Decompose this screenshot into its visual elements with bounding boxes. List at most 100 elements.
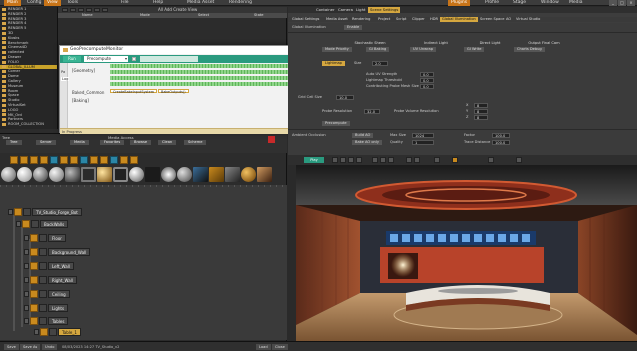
build-ao-button[interactable]: Build AO — [352, 133, 374, 138]
tab-clean[interactable]: Clean — [158, 140, 177, 145]
material-ball-icon[interactable] — [129, 167, 144, 182]
lightmap-button[interactable]: Lightmap — [322, 61, 345, 66]
precompute-button[interactable]: Precompute — [322, 121, 350, 126]
menu-tools[interactable]: Tools — [64, 0, 81, 6]
material-ball-icon[interactable] — [177, 167, 192, 182]
texture-thumb-icon[interactable] — [257, 167, 272, 182]
mode-select[interactable]: Precompute ▾ — [84, 56, 128, 62]
column-state[interactable]: State — [254, 13, 264, 18]
quality-input[interactable]: 1 — [412, 140, 434, 145]
viewport-tool-icon[interactable] — [332, 157, 338, 163]
viewport-tool-icon[interactable] — [414, 157, 420, 163]
view-tool-icon[interactable] — [70, 8, 76, 12]
menu-rendering[interactable]: Rendering — [226, 0, 255, 6]
graph-node[interactable]: Floor — [24, 233, 66, 243]
minimize-button[interactable]: _ — [609, 0, 617, 6]
menu-media[interactable]: Media — [566, 0, 586, 6]
gi-baking-button[interactable]: GI Baking — [366, 47, 390, 52]
viewport-play-button[interactable]: Play — [304, 157, 324, 163]
gi-enable-toggle[interactable]: Enable — [344, 25, 363, 30]
material-ball-icon[interactable] — [49, 167, 64, 182]
material-ball-icon[interactable] — [33, 167, 48, 182]
tab-browse[interactable]: Browse — [130, 140, 152, 145]
graph-node[interactable]: Right_Wall — [24, 275, 77, 285]
toolbar-checkbox[interactable] — [132, 57, 136, 61]
trace-distance-input[interactable]: 100.0 — [492, 140, 510, 145]
tab-clipper[interactable]: Clipper — [410, 17, 427, 22]
menu-media-asset[interactable]: Media Asset — [184, 0, 217, 6]
light-tool-icon[interactable] — [452, 157, 458, 163]
uv-unwrap-button[interactable]: UV Unwrap — [410, 47, 437, 52]
viewport-tool-icon[interactable] — [516, 157, 522, 163]
sphere-icon[interactable] — [65, 167, 80, 182]
texture-thumb-icon[interactable] — [225, 167, 240, 182]
viewport-tool-icon[interactable] — [356, 157, 362, 163]
z-input[interactable]: 8 — [474, 115, 488, 120]
close-scene-button[interactable]: Close — [272, 344, 288, 350]
column-select[interactable]: Select — [198, 13, 209, 18]
graph-node[interactable]: Tables — [24, 316, 69, 326]
save-button[interactable]: Save — [4, 344, 19, 350]
ring-icon[interactable] — [161, 167, 176, 182]
record-icon[interactable] — [268, 136, 275, 143]
menu-config[interactable]: Config — [24, 0, 44, 6]
tab-container[interactable]: Container — [314, 7, 337, 13]
max-size-select[interactable]: 1024 — [412, 133, 434, 138]
tab-hdr[interactable]: HDR — [428, 17, 440, 22]
menu-file[interactable]: File — [118, 0, 132, 6]
menu-stage[interactable]: Stage — [510, 0, 529, 6]
material-ball-icon[interactable] — [97, 167, 112, 182]
tab-scheme[interactable]: Scheme — [184, 140, 207, 145]
viewport-tool-icon[interactable] — [434, 157, 440, 163]
tab-server[interactable]: Server — [36, 140, 56, 145]
graph-node[interactable]: Lights — [24, 303, 69, 313]
material-ball-icon[interactable] — [17, 167, 32, 182]
column-mode[interactable]: Mode — [140, 13, 150, 18]
viewport-tool-icon[interactable] — [372, 157, 378, 163]
maximize-button[interactable]: □ — [618, 0, 626, 6]
tab-camera[interactable]: Camera — [336, 7, 355, 13]
tab-ao[interactable]: AO — [504, 17, 513, 22]
group-icon[interactable] — [20, 156, 28, 164]
cube-map-icon[interactable] — [81, 167, 96, 182]
tree-item[interactable]: ROOM_COLLECTION — [0, 122, 57, 127]
frame-icon[interactable] — [113, 167, 128, 182]
viewport-tool-icon[interactable] — [388, 157, 394, 163]
viewport-tool-icon[interactable] — [348, 157, 354, 163]
material-ball-icon[interactable] — [1, 167, 16, 182]
texture-thumb-icon[interactable] — [209, 167, 224, 182]
menu-profile[interactable]: Profile — [482, 0, 502, 6]
image-icon[interactable] — [120, 156, 128, 164]
tab-screen-space[interactable]: Screen Space — [478, 17, 506, 22]
charts-debug-button[interactable]: Charts Debug — [514, 47, 545, 52]
x-input[interactable]: 8 — [474, 103, 488, 108]
view-tool-icon[interactable] — [78, 8, 84, 12]
view-tool-icon[interactable] — [94, 8, 100, 12]
graph-node[interactable]: Ceiling — [24, 289, 70, 299]
transform-icon[interactable] — [10, 156, 18, 164]
threshold-input[interactable]: 0.0 — [420, 78, 434, 83]
view-tool-icon[interactable] — [86, 8, 92, 12]
viewport-tool-icon[interactable] — [380, 157, 386, 163]
mesh-icon[interactable] — [130, 156, 138, 164]
y-input[interactable]: 8 — [474, 109, 488, 114]
tab-favorites[interactable]: Favorites — [100, 140, 125, 145]
stage-chip[interactable]: BakeOutputs() — [158, 89, 189, 94]
graph-node[interactable]: Left_Wall — [24, 261, 74, 271]
tab-media-asset[interactable]: Media Asset — [324, 17, 350, 22]
run-button[interactable]: Run — [63, 56, 81, 62]
view-tool-icon[interactable] — [62, 8, 68, 12]
size-input[interactable]: 2.0 — [372, 61, 388, 66]
3d-viewport[interactable] — [288, 165, 637, 341]
mode-priority-button[interactable]: Mode Priority — [322, 47, 352, 52]
auto-uv-input[interactable]: 0.0 — [420, 72, 434, 77]
tab-tree[interactable]: Tree — [6, 140, 22, 145]
column-name[interactable]: Name — [82, 13, 93, 18]
probe-res-input[interactable]: 32.0 — [364, 109, 380, 114]
texture-thumb-icon[interactable] — [193, 167, 208, 182]
material-ball-icon[interactable] — [241, 167, 256, 182]
close-button[interactable]: × — [627, 0, 635, 6]
undo-button[interactable]: Undo — [42, 344, 58, 350]
menu-view[interactable]: View — [44, 0, 61, 6]
contrib-input[interactable]: 0.0 — [420, 84, 434, 89]
